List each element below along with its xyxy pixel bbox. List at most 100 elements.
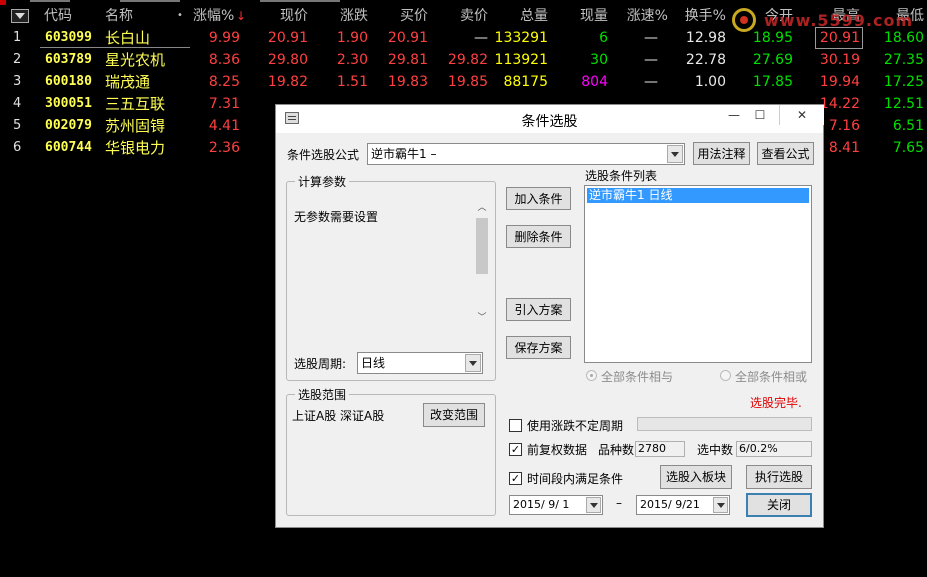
count-field: 2780 [635,441,685,457]
cell-change-pct: 8.25 [208,74,240,90]
minimize-icon[interactable]: — [721,105,747,125]
cell-speed: — [644,52,658,68]
condition-item[interactable]: 逆市霸牛1 日线 [587,188,809,203]
time-range-label[interactable]: 时间段内满足条件 [527,470,623,487]
import-plan-button[interactable]: 引入方案 [506,298,571,321]
execute-button[interactable]: 执行选股 [746,465,812,489]
col-volume[interactable]: 总量 [490,5,548,27]
col-bid[interactable]: 买价 [370,5,428,27]
params-scrollbar[interactable]: ︿ ﹀ [474,200,490,328]
cell-code: 603789 [45,52,92,67]
chevron-down-icon[interactable] [667,145,683,163]
delete-condition-button[interactable]: 删除条件 [506,225,571,248]
close-button[interactable]: 关闭 [746,493,812,517]
radio-or-label[interactable]: 全部条件相或 [735,368,807,385]
scroll-thumb[interactable] [476,218,488,274]
table-row[interactable]: 3 600180 瑞茂通 8.25 19.82 1.51 19.83 19.85 88175 80… [0,71,927,93]
cell-volume: 133291 [494,30,548,46]
cell-turnover: 22.78 [685,52,726,68]
add-condition-button[interactable]: 加入条件 [506,187,571,210]
progress-bar [637,417,812,431]
variable-period-label[interactable]: 使用涨跌不定周期 [527,417,623,434]
date-separator: – [616,496,622,510]
close-icon[interactable]: ✕ [779,105,824,125]
cell-name: 华银电力 [105,139,166,157]
to-board-button[interactable]: 选股入板块 [660,465,732,489]
chevron-down-icon[interactable] [586,497,601,513]
cell-speed: — [644,74,658,90]
scroll-down-icon[interactable]: ﹀ [474,310,490,326]
cell-low: 17.25 [883,74,924,90]
cell-bid: 19.83 [387,74,428,90]
radio-and-label[interactable]: 全部条件相与 [601,368,673,385]
cell-low: 7.65 [892,140,924,156]
scope-group-title: 选股范围 [295,386,350,403]
cell-open: 17.85 [752,74,793,90]
change-scope-button[interactable]: 改变范围 [423,403,485,427]
formula-value: 逆市霸牛1 – [371,147,437,161]
save-plan-button[interactable]: 保存方案 [506,336,571,359]
variable-period-checkbox[interactable] [509,419,522,432]
col-ask[interactable]: 卖价 [430,5,488,27]
cell-volume: 88175 [503,74,548,90]
cell-speed: — [644,30,658,46]
toolbar-fragment [260,0,340,2]
cell-idx: 4 [13,96,22,111]
usage-notes-button[interactable]: 用法注释 [693,142,750,165]
cell-code: 300051 [45,96,92,111]
toolbar-fragment [30,0,70,2]
col-name[interactable]: 名称 [105,5,133,27]
cell-idx: 5 [13,118,22,133]
conditions-list[interactable]: 逆市霸牛1 日线 [584,185,812,363]
cell-ask: 19.85 [447,74,488,90]
maximize-icon[interactable]: ☐ [747,105,773,125]
formula-select[interactable]: 逆市霸牛1 – [367,143,685,165]
count-label: 品种数 [598,443,635,457]
view-formula-button[interactable]: 查看公式 [757,142,814,165]
cell-change: 2.30 [336,52,368,68]
col-change[interactable]: 涨跌 [310,5,368,27]
table-row[interactable]: 2 603789 星光农机 8.36 29.80 2.30 29.81 29.82 113921… [0,49,927,71]
cell-ask: 29.82 [447,52,488,68]
params-group-title: 计算参数 [295,173,350,190]
scope-text: 上证A股 深证A股 [292,409,385,423]
col-turnover[interactable]: 换手% [668,5,726,27]
date-from-picker[interactable]: 2015/ 9/ 1 [509,495,603,515]
col-code[interactable]: 代码 [44,5,72,27]
col-change-pct[interactable]: 涨幅% [193,5,234,27]
col-speed[interactable]: 涨速% [610,5,668,27]
time-range-checkbox[interactable]: ✓ [509,472,522,485]
pre-adjust-checkbox[interactable]: ✓ [509,443,522,456]
cell-name: 星光农机 [105,51,166,69]
params-text: 无参数需要设置 [294,210,379,224]
cell-code: 002079 [45,118,92,133]
conditions-label: 选股条件列表 [585,169,658,183]
chevron-down-icon[interactable] [713,497,728,513]
date-to-picker[interactable]: 2015/ 9/21 [636,495,730,515]
period-select[interactable]: 日线 [357,352,483,374]
cell-change-pct: 2.36 [208,140,240,156]
chevron-down-icon[interactable] [465,354,481,372]
cell-change-pct: 7.31 [208,96,240,112]
radio-and[interactable] [586,370,597,381]
date-from-value: 2015/ 9/ 1 [513,498,570,511]
cell-open: 27.69 [752,52,793,68]
col-cur-vol[interactable]: 现量 [550,5,608,27]
selected-field: 6/0.2% [736,441,812,457]
radio-or[interactable] [720,370,731,381]
column-menu-icon[interactable] [11,9,29,23]
formula-label: 条件选股公式 [287,148,360,162]
cell-change-pct: 9.99 [208,30,240,46]
dialog-titlebar[interactable]: 条件选股 — ☐ ✕ [276,105,824,133]
scroll-up-icon[interactable]: ︿ [474,200,490,216]
cell-volume: 113921 [494,52,548,68]
cell-idx: 1 [13,30,22,45]
cell-change-pct: 4.41 [208,118,240,134]
cell-price: 29.80 [267,52,308,68]
cell-price: 20.91 [267,30,308,46]
cell-low: 27.35 [883,52,924,68]
cell-name: 瑞茂通 [105,73,151,91]
pre-adjust-label[interactable]: 前复权数据 [527,441,587,458]
col-price[interactable]: 现价 [250,5,308,27]
toolbar-fragment [120,0,180,2]
